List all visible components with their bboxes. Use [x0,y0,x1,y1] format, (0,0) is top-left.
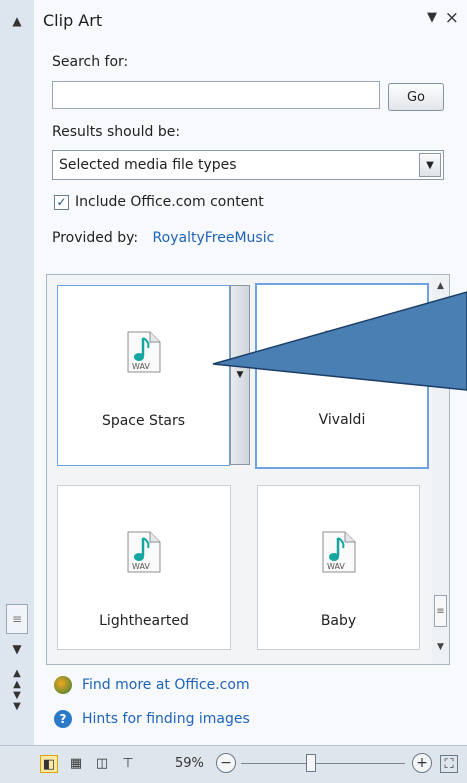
include-office-row[interactable]: ✓ Include Office.com content [54,194,264,210]
tile-options-dropdown[interactable]: ▼ [230,285,250,465]
result-name: Space Stars [101,413,186,429]
result-tile[interactable]: WAV Lighthearted [57,485,231,650]
wav-audio-file-icon: WAV [126,330,162,378]
go-button[interactable]: Go [388,83,444,111]
status-bar: ◧ ▦ ◫ ⊤ 59% − + ⛶ [0,745,467,783]
results-should-be-label: Results should be: [52,124,181,140]
hints-link[interactable]: ? Hints for finding images [54,710,250,728]
zoom-slider-track[interactable] [241,763,405,764]
result-tile[interactable]: WAV Space Stars [57,285,230,466]
include-office-label: Include Office.com content [75,194,264,210]
wav-audio-file-icon: WAV [324,329,360,377]
vertical-scroll-thumb[interactable]: ≡ [6,604,28,634]
zoom-in-button[interactable]: + [412,753,432,773]
pane-title: Clip Art [43,10,103,30]
chevron-down-icon[interactable]: ▼ [419,153,441,177]
zoom-out-button[interactable]: − [216,753,236,773]
next-slide-icon[interactable]: ▼ ▼ [6,690,28,712]
svg-text:WAV: WAV [132,362,150,371]
include-office-checkbox[interactable]: ✓ [54,194,69,210]
office-globe-icon [54,676,72,694]
result-name: Baby [320,613,357,629]
pane-options-dropdown-icon[interactable]: ▼ [427,10,437,25]
svg-text:WAV: WAV [327,562,345,571]
wav-audio-file-icon: WAV [321,530,357,578]
results-gallery: WAV Space Stars ▼ WAV Vivaldi WAV Lighth… [46,274,450,665]
media-type-select[interactable]: Selected media file types ▼ [52,150,444,180]
clip-art-pane: Clip Art ▼ × Search for: Go Results shou… [34,0,467,745]
find-more-label: Find more at Office.com [82,677,250,693]
left-slide-pane-strip: ▲ ≡ ▼ ▲ ▲ ▼ ▼ [0,0,35,745]
zoom-level[interactable]: 59% [175,756,204,771]
svg-text:WAV: WAV [330,361,348,370]
find-more-link[interactable]: Find more at Office.com [54,676,250,694]
provided-by-row: Provided by: RoyaltyFreeMusic [52,230,274,246]
scroll-up-arrow-icon[interactable]: ▲ [432,281,449,291]
reading-view-icon[interactable]: ◫ [94,755,110,771]
slide-sorter-icon[interactable]: ▦ [68,755,84,771]
result-name: Lighthearted [99,613,189,629]
scroll-down-arrow-icon[interactable]: ▼ [6,638,28,660]
results-scroll-thumb[interactable]: ≡ [434,595,447,627]
close-pane-icon[interactable]: × [445,8,459,28]
help-question-icon: ? [54,710,72,728]
provider-link[interactable]: RoyaltyFreeMusic [153,230,275,246]
previous-slide-icon[interactable]: ▲ ▲ [6,668,28,690]
provided-by-label: Provided by: [52,230,139,246]
search-input[interactable] [52,81,380,109]
results-scrollbar[interactable]: ▲ ≡ ▼ [432,275,449,664]
hints-label: Hints for finding images [82,711,250,727]
normal-view-icon[interactable]: ◧ [40,755,58,773]
result-name: Vivaldi [318,412,366,428]
fit-to-window-icon[interactable]: ⛶ [440,755,458,773]
svg-text:WAV: WAV [132,562,150,571]
pane-titlebar: Clip Art ▼ × [34,0,467,40]
scroll-up-arrow-icon[interactable]: ▲ [6,10,28,32]
wav-audio-file-icon: WAV [126,530,162,578]
scroll-down-arrow-icon[interactable]: ▼ [432,642,449,652]
result-tile[interactable]: WAV Vivaldi [255,283,429,469]
zoom-slider-thumb[interactable] [306,754,316,772]
slide-show-icon[interactable]: ⊤ [120,755,136,771]
result-tile[interactable]: WAV Baby [257,485,420,650]
chevron-down-icon: ▼ [236,370,244,380]
media-type-selected-value: Selected media file types [59,157,237,173]
search-label: Search for: [52,54,129,70]
